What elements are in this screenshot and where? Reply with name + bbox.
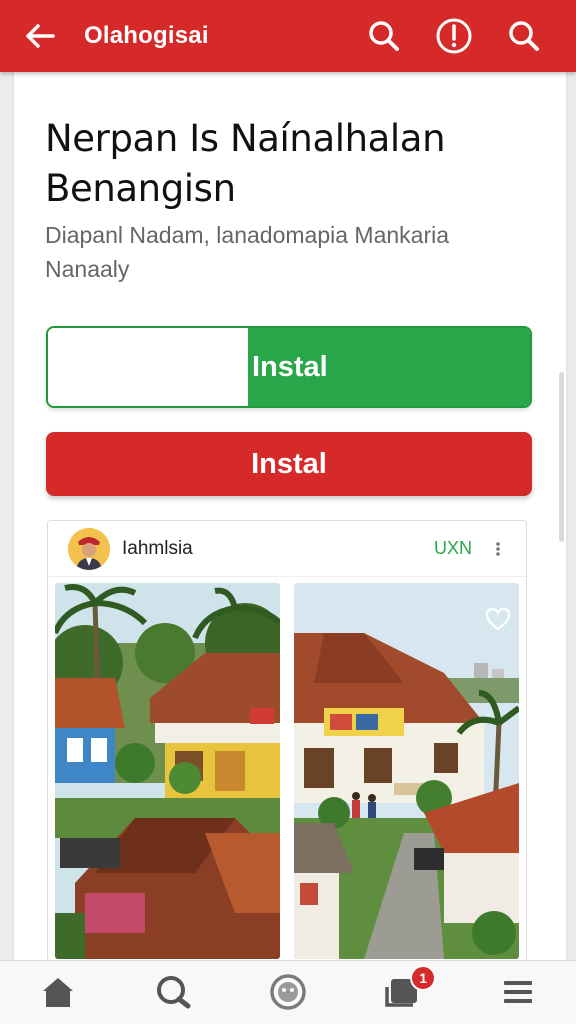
- home-icon: [42, 978, 73, 1007]
- top-app-bar: Olahogisai: [0, 0, 576, 72]
- back-button[interactable]: [18, 14, 62, 58]
- install-button-primary[interactable]: Instal: [46, 326, 532, 408]
- nav-item-profile[interactable]: [243, 961, 333, 1024]
- bottom-navigation: 1: [0, 960, 576, 1024]
- post-card: Iahmlsia UXN: [47, 520, 527, 962]
- avatar[interactable]: [68, 527, 110, 570]
- app-detail-card: Nerpan Is Naínalhalan Benangisn Diapanl …: [14, 72, 566, 962]
- search-icon: [509, 21, 539, 51]
- post-tag[interactable]: UXN: [434, 538, 472, 559]
- post-username[interactable]: Iahmlsia: [122, 538, 193, 560]
- menu-icon: [504, 981, 533, 1003]
- post-photos: [55, 583, 519, 959]
- app-bar-title: Olahogisai: [84, 22, 209, 49]
- heart-icon[interactable]: [485, 607, 511, 631]
- more-vertical-icon: [496, 541, 500, 556]
- nav-item-menu[interactable]: [473, 961, 563, 1024]
- nav-item-search[interactable]: [128, 961, 218, 1024]
- back-arrow-icon: [26, 24, 55, 48]
- app-description-line-2: Nanaaly: [45, 256, 130, 282]
- more-options-button[interactable]: [490, 541, 506, 557]
- app-title-line-2: Benangisn: [45, 167, 236, 210]
- scrollbar[interactable]: [559, 372, 564, 542]
- nav-item-inbox[interactable]: 1: [358, 961, 448, 1024]
- search-icon: [156, 976, 191, 1009]
- search-button-2[interactable]: [504, 16, 544, 56]
- nav-item-home[interactable]: [13, 961, 103, 1024]
- search-button[interactable]: [364, 16, 404, 56]
- info-icon: [436, 18, 472, 54]
- village-houses-photo-right[interactable]: [294, 583, 519, 959]
- notification-badge: 1: [410, 965, 437, 991]
- app-title: Nerpan Is Naínalhalan Benangisn: [45, 114, 525, 214]
- search-icon: [369, 21, 399, 51]
- profile-circle-icon: [270, 974, 306, 1010]
- install-button-secondary[interactable]: Instal: [46, 432, 532, 496]
- app-description-line-1: Diapanl Nadam, lanadomapia Mankaria: [45, 222, 450, 248]
- post-header: Iahmlsia UXN: [48, 521, 526, 577]
- app-title-line-1: Nerpan Is Naínalhalan: [45, 117, 446, 160]
- app-description: Diapanl Nadam, lanadomapia Mankaria Nana…: [45, 218, 525, 286]
- install-button-blank-segment: [48, 328, 248, 406]
- info-button[interactable]: [434, 16, 474, 56]
- village-houses-photo-left[interactable]: [55, 583, 280, 959]
- install-button-primary-label: Instal: [248, 328, 530, 406]
